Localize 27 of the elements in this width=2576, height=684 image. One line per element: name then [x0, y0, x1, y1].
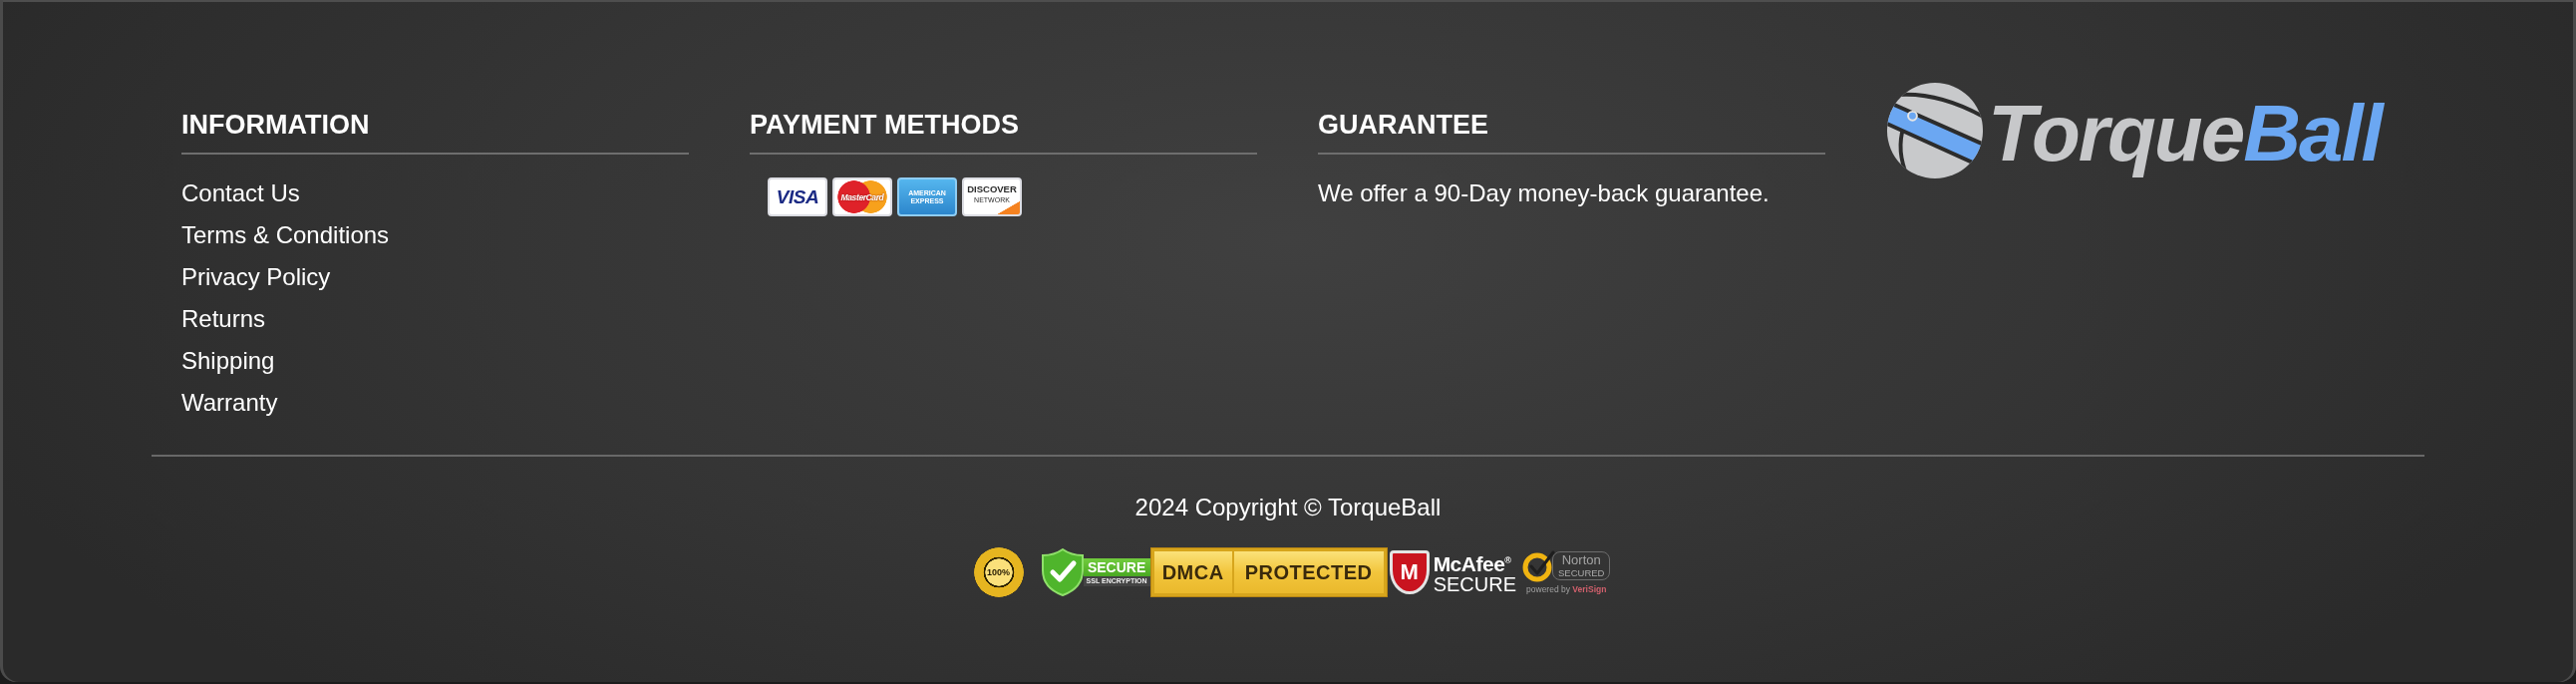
check-circle-icon — [1522, 549, 1556, 582]
dmca-label: DMCA — [1153, 551, 1232, 593]
guarantee-text: We offer a 90-Day money-back guarantee. — [1318, 179, 1770, 207]
mcafee-title: McAfee$^{®}$ — [1433, 550, 1512, 574]
copyright-text: 2024 Copyright © TorqueBall — [1134, 493, 1442, 522]
money-back-seal: 100% — [973, 547, 1024, 597]
secure-text: SECURE — [1433, 573, 1516, 595]
column-heading: PAYMENT METHODS — [750, 109, 1020, 141]
footer-link[interactable]: Contact Us — [181, 179, 300, 207]
footer-link[interactable]: Warranty — [181, 389, 278, 417]
shield-check-icon — [1041, 548, 1084, 596]
norton-title: Norton — [1561, 553, 1601, 567]
footer-link[interactable]: Shipping — [181, 347, 275, 375]
protected-label: PROTECTED — [1233, 551, 1384, 593]
footer-link[interactable]: Returns — [181, 305, 266, 333]
secured-text: SECURED — [1558, 567, 1605, 578]
payment-card: VISA — [768, 177, 827, 216]
shield-logo: M — [1389, 550, 1430, 594]
secure-tag: SECURE — [1083, 558, 1150, 576]
powered-by-text: powered by VeriSign — [1526, 583, 1607, 595]
card-brand-text: DISCOVER — [967, 184, 1017, 194]
footer-link[interactable]: Terms & Conditions — [181, 221, 390, 249]
column-heading: INFORMATION — [181, 109, 370, 141]
logo-wordmark: TorqueBall — [1988, 89, 2382, 178]
column-heading: GUARANTEE — [1318, 109, 1488, 141]
ball-logo-icon — [1886, 82, 1984, 179]
footer-link[interactable]: Privacy Policy — [181, 263, 331, 291]
